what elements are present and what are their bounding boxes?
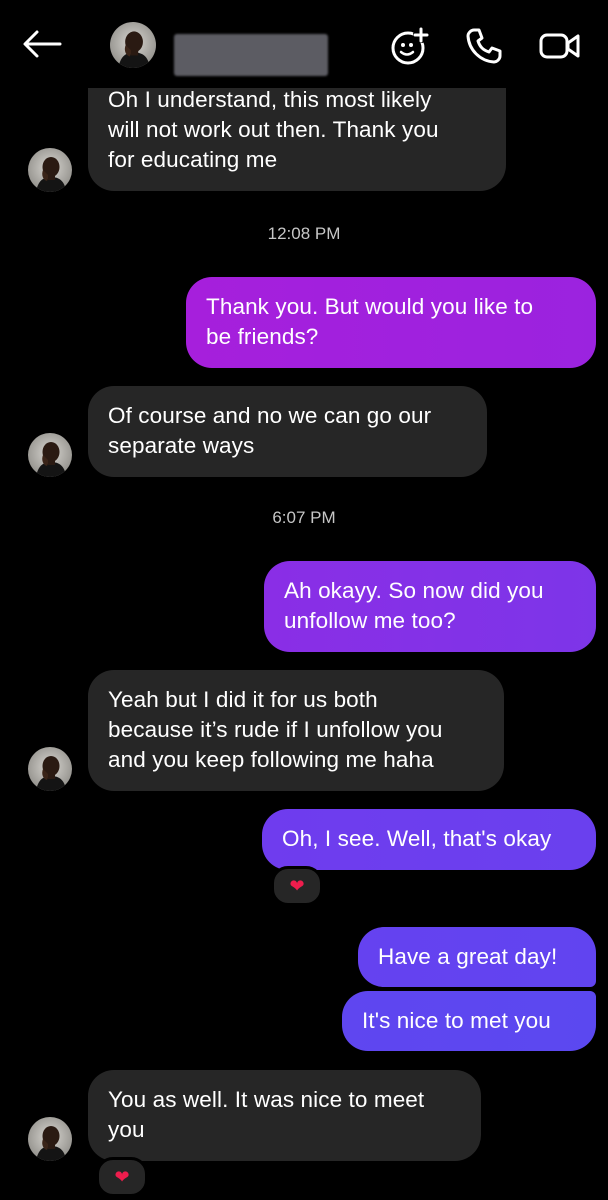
received-message[interactable]: Yeah but I did it for us both because it…	[88, 670, 504, 791]
received-message[interactable]: Of course and no we can go our separate …	[88, 386, 487, 477]
sent-message[interactable]: Thank you. But would you like to be frie…	[186, 277, 596, 368]
sender-avatar[interactable]	[28, 148, 72, 192]
timestamp: 6:07 PM	[272, 508, 336, 527]
sent-message[interactable]: Ah okayy. So now did you unfollow me too…	[264, 561, 596, 652]
video-camera-icon	[539, 33, 580, 59]
received-message[interactable]: Oh I understand, this most likely will n…	[88, 72, 506, 191]
heart-reaction[interactable]: ❤	[271, 866, 323, 906]
sent-message[interactable]: Oh, I see. Well, that's okay	[262, 809, 596, 870]
sender-avatar[interactable]	[28, 1117, 72, 1161]
contact-name-redacted[interactable]	[174, 34, 328, 76]
chat-header	[0, 0, 608, 88]
sent-message[interactable]: Have a great day!	[358, 927, 596, 987]
sender-avatar[interactable]	[28, 433, 72, 477]
sender-avatar[interactable]	[28, 747, 72, 791]
voice-call-button[interactable]	[460, 22, 508, 70]
video-call-button[interactable]	[534, 22, 586, 70]
effects-button[interactable]	[386, 22, 434, 70]
back-arrow-icon	[23, 30, 62, 58]
heart-icon: ❤	[289, 876, 305, 896]
received-message[interactable]: You as well. It was nice to meet you	[88, 1070, 481, 1161]
timestamp: 12:08 PM	[267, 224, 341, 243]
phone-icon	[466, 28, 502, 64]
sent-message[interactable]: It's nice to met you	[342, 991, 596, 1051]
heart-icon: ❤	[114, 1167, 130, 1187]
effects-icon	[391, 27, 429, 65]
chat-screen: Oh I understand, this most likely will n…	[0, 0, 608, 1200]
back-button[interactable]	[18, 22, 66, 66]
contact-avatar[interactable]	[110, 22, 156, 68]
heart-reaction[interactable]: ❤	[96, 1157, 148, 1197]
